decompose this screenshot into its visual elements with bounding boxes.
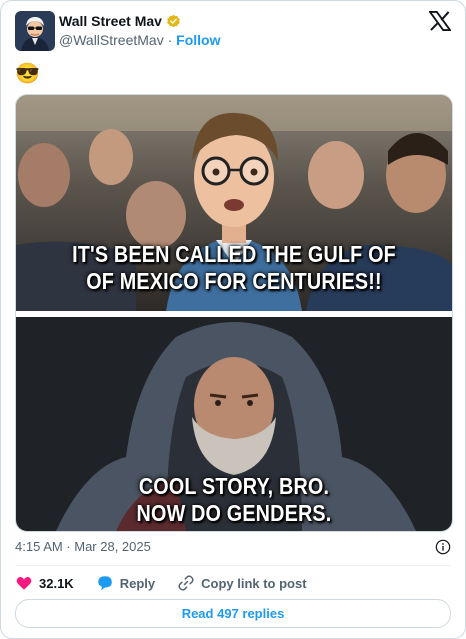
- avatar[interactable]: [15, 11, 55, 51]
- verified-badge-icon: [167, 14, 180, 27]
- x-logo-icon[interactable]: [429, 11, 451, 31]
- post-timestamp[interactable]: 4:15 AM · Mar 28, 2025: [15, 539, 151, 554]
- handle-row: @WallStreetMav · Follow: [59, 32, 221, 48]
- copy-link-button[interactable]: Copy link to post: [177, 574, 307, 592]
- display-name[interactable]: Wall Street Mav: [59, 13, 162, 29]
- reply-bubble-icon: [97, 576, 112, 591]
- read-replies-button[interactable]: Read 497 replies: [15, 599, 451, 628]
- like-count: 32.1K: [39, 575, 74, 591]
- meme-bottom-caption-line-1: COOL STORY, BRO.: [138, 473, 330, 499]
- handle-separator: ·: [167, 32, 173, 48]
- meme-image[interactable]: IT'S BEEN CALLED THE GULF OF OF MEXICO F…: [15, 94, 453, 532]
- heart-icon: [16, 577, 32, 590]
- link-icon: [178, 575, 194, 591]
- meme-top-panel: IT'S BEEN CALLED THE GULF OF OF MEXICO F…: [16, 95, 452, 311]
- reply-label: Reply: [119, 575, 156, 591]
- handle[interactable]: @WallStreetMav: [59, 32, 164, 48]
- follow-button[interactable]: Follow: [176, 32, 220, 48]
- copy-link-label: Copy link to post: [201, 575, 307, 591]
- meme-top-caption-line-2: OF MEXICO FOR CENTURIES!!: [86, 268, 382, 294]
- meme-top-caption-line-1: IT'S BEEN CALLED THE GULF OF: [72, 241, 396, 267]
- post-meta: 4:15 AM · Mar 28, 2025: [15, 539, 451, 559]
- post-header: Wall Street Mav @WallStreetMav · Follow: [15, 11, 451, 55]
- meme-bottom-panel: COOL STORY, BRO. NOW DO GENDERS.: [16, 317, 452, 531]
- reply-button[interactable]: Reply: [96, 574, 155, 592]
- embedded-post-card: Wall Street Mav @WallStreetMav · Follow …: [0, 0, 466, 639]
- action-bar: 32.1K Reply Copy link to post: [15, 573, 329, 593]
- post-text-emoji: 😎: [15, 63, 40, 85]
- info-icon[interactable]: [435, 539, 451, 555]
- separator-line: [15, 565, 451, 566]
- like-button[interactable]: 32.1K: [15, 574, 74, 592]
- meme-bottom-caption-line-2: NOW DO GENDERS.: [136, 500, 332, 526]
